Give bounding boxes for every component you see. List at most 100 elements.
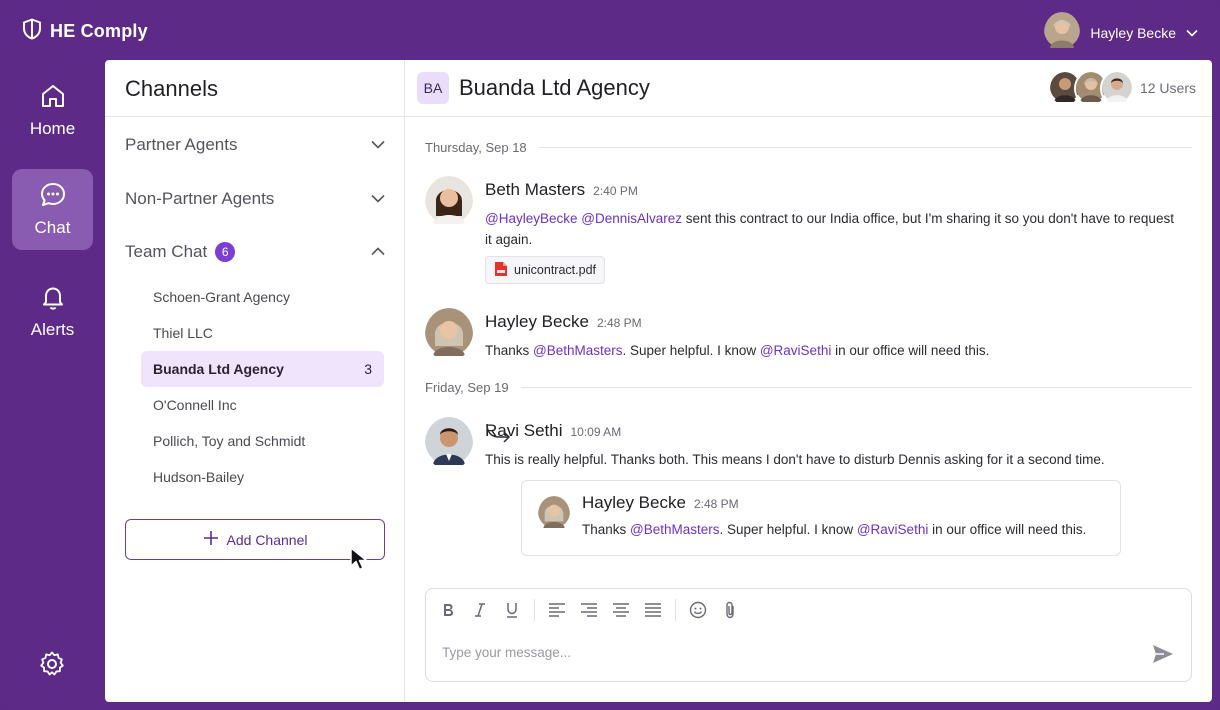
- mention[interactable]: @BethMasters: [533, 343, 622, 358]
- section-label-text: Team Chat: [125, 242, 208, 261]
- date-separator: Thursday, Sep 18: [425, 137, 1192, 157]
- message-text: Thanks: [485, 343, 534, 358]
- user-menu[interactable]: Hayley Becke: [1044, 12, 1198, 53]
- section-label: Non-Partner Agents: [125, 189, 275, 208]
- message-body: This is really helpful. Thanks both. Thi…: [485, 452, 1105, 467]
- nav-item-chat[interactable]: Chat: [12, 169, 93, 250]
- channel-item-active[interactable]: Buanda Ltd Agency 3: [141, 351, 384, 387]
- message-text: in our office will need this.: [928, 522, 1087, 537]
- chat-bubble-icon: [39, 181, 67, 214]
- user-name: Hayley Becke: [1090, 24, 1176, 41]
- chat-header: BA Buanda Ltd Agency 12 Users: [405, 60, 1212, 117]
- message-text: Thanks: [582, 522, 631, 537]
- bell-icon: [39, 283, 67, 316]
- add-channel-label: Add Channel: [226, 531, 308, 548]
- date-separator: Friday, Sep 19: [425, 377, 1192, 397]
- attachment-icon[interactable]: [720, 600, 740, 620]
- align-right-icon[interactable]: [579, 600, 599, 620]
- divider: [520, 386, 1192, 388]
- shield-icon: [22, 18, 42, 45]
- channel-item[interactable]: Thiel LLC: [141, 315, 384, 351]
- channel-item[interactable]: Hudson-Bailey: [141, 459, 384, 495]
- quoted-reply[interactable]: Hayley Becke 2:48 PM Thanks @BethMasters…: [521, 480, 1121, 556]
- home-icon: [39, 82, 67, 115]
- users-count: 12 Users: [1139, 80, 1196, 96]
- gear-icon: [38, 650, 66, 683]
- attachment[interactable]: unicontract.pdf: [485, 256, 605, 284]
- message-text: in our office will need this.: [831, 343, 990, 358]
- message: Hayley Becke 2:48 PM Thanks @BethMasters…: [425, 308, 1192, 368]
- message-body: @HayleyBecke @DennisAlvarez sent this co…: [485, 208, 1175, 250]
- avatar: [425, 176, 473, 229]
- pdf-icon: [494, 261, 508, 280]
- mention[interactable]: @RaviSethi: [760, 343, 831, 358]
- section-team-chat[interactable]: Team Chat 6: [105, 237, 405, 267]
- send-button[interactable]: [1151, 644, 1175, 668]
- date-label: Friday, Sep 19: [425, 379, 509, 395]
- align-left-icon[interactable]: [547, 600, 567, 620]
- main-panel: Channels Partner Agents Non-Partner Agen…: [105, 60, 1212, 702]
- mention[interactable]: @DennisAlvarez: [581, 211, 682, 226]
- toolbar-divider: [534, 599, 535, 621]
- message-author[interactable]: Beth Masters: [485, 180, 585, 200]
- channel-item[interactable]: Pollich, Toy and Schmidt: [141, 423, 384, 459]
- user-avatar: [1044, 12, 1081, 53]
- mention[interactable]: @RaviSethi: [857, 522, 928, 537]
- mention[interactable]: @BethMasters: [630, 522, 719, 537]
- align-justify-icon[interactable]: [643, 600, 663, 620]
- nav-item-home[interactable]: Home: [12, 70, 93, 151]
- channel-initials-badge: BA: [417, 72, 449, 104]
- reply-arrow-icon: [485, 422, 513, 449]
- nav-item-alerts[interactable]: Alerts: [12, 271, 93, 352]
- attachment-name: unicontract.pdf: [514, 263, 596, 277]
- app-window: HE Comply Hayley Becke Home Chat Alerts …: [0, 0, 1220, 710]
- message-body: Thanks @BethMasters. Super helpful. I kn…: [582, 519, 1112, 540]
- avatar: [1099, 69, 1134, 107]
- channel-item[interactable]: Schoen-Grant Agency: [141, 279, 384, 315]
- message-author: Hayley Becke: [582, 493, 686, 512]
- avatar: [425, 308, 473, 361]
- channel-label: Pollich, Toy and Schmidt: [153, 433, 306, 449]
- settings-button[interactable]: [36, 650, 68, 682]
- toolbar-divider: [675, 599, 676, 621]
- section-label: Team Chat 6: [125, 242, 371, 262]
- nav-label: Chat: [34, 218, 71, 237]
- message-time: 10:09 AM: [570, 425, 622, 439]
- chat-title: Buanda Ltd Agency: [459, 75, 650, 100]
- chat-panel: BA Buanda Ltd Agency 12 Users Thursday, …: [405, 60, 1212, 702]
- send-icon: [1152, 644, 1174, 669]
- emoji-icon[interactable]: [688, 600, 708, 620]
- align-center-icon[interactable]: [611, 600, 631, 620]
- chevron-down-icon: [371, 190, 385, 208]
- section-non-partner-agents[interactable]: Non-Partner Agents: [105, 184, 405, 214]
- brand[interactable]: HE Comply: [22, 18, 148, 45]
- channel-label: Buanda Ltd Agency: [153, 361, 284, 377]
- message-body: Thanks @BethMasters. Super helpful. I kn…: [485, 340, 1175, 361]
- top-bar: HE Comply Hayley Becke: [0, 0, 1220, 60]
- message-time: 2:48 PM: [693, 497, 739, 511]
- italic-icon[interactable]: [470, 600, 490, 620]
- message-text: . Super helpful. I know: [719, 522, 857, 537]
- message-input[interactable]: [442, 645, 1122, 660]
- underline-icon[interactable]: [502, 600, 522, 620]
- channel-label: Schoen-Grant Agency: [153, 289, 290, 305]
- nav-label: Alerts: [30, 320, 75, 339]
- message-author[interactable]: Hayley Becke: [485, 312, 589, 332]
- section-partner-agents[interactable]: Partner Agents: [105, 130, 405, 160]
- message-time: 2:40 PM: [593, 184, 638, 198]
- mention[interactable]: @HayleyBecke: [485, 211, 578, 226]
- message-header: Hayley Becke 2:48 PM: [485, 312, 642, 332]
- channel-users[interactable]: 12 Users: [1047, 69, 1196, 107]
- channels-panel: Channels Partner Agents Non-Partner Agen…: [105, 60, 405, 702]
- plus-icon: [203, 530, 219, 549]
- app-name: HE Comply: [50, 21, 148, 41]
- channel-item[interactable]: O'Connell Inc: [141, 387, 384, 423]
- channel-label: Hudson-Bailey: [153, 469, 245, 485]
- divider: [538, 146, 1192, 148]
- message: Beth Masters 2:40 PM @HayleyBecke @Denni…: [425, 176, 1192, 286]
- chevron-down-icon: [371, 136, 385, 154]
- bold-icon[interactable]: [438, 600, 458, 620]
- mouse-cursor-icon: [349, 546, 371, 577]
- channels-header: Channels: [105, 60, 404, 117]
- add-channel-button[interactable]: Add Channel: [125, 519, 385, 560]
